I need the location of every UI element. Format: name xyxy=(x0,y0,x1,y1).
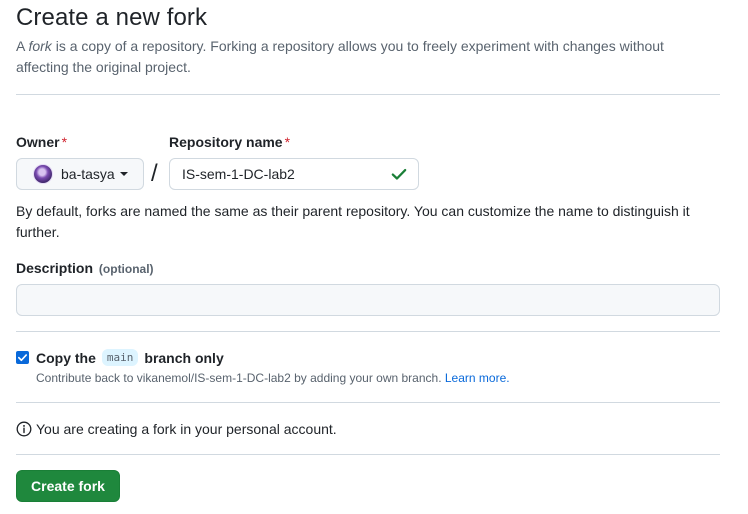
description-label-text: Description xyxy=(16,260,94,276)
repository-name-label-text: Repository name xyxy=(169,134,283,150)
copy-main-branch-checkbox[interactable] xyxy=(16,351,29,364)
repository-name-help: By default, forks are named the same as … xyxy=(16,203,690,240)
owner-select-button[interactable]: ba-tasya xyxy=(16,158,144,190)
divider-lower xyxy=(16,402,720,403)
page-title: Create a new fork xyxy=(16,4,208,31)
repository-name-value: IS-sem-1-DC-lab2 xyxy=(182,166,295,182)
create-fork-page: Create a new fork A fork is a copy of a … xyxy=(0,0,748,514)
page-subtitle: A fork is a copy of a repository. Forkin… xyxy=(16,36,716,78)
check-icon xyxy=(391,168,407,180)
copy-branch-note: Contribute back to vikanemol/IS-sem-1-DC… xyxy=(36,371,510,385)
subtitle-emphasis: fork xyxy=(28,38,52,54)
subtitle-prefix: A xyxy=(16,38,29,54)
owner-required-mark: * xyxy=(61,134,68,150)
owner-label-text: Owner xyxy=(16,134,60,150)
description-optional: (optional) xyxy=(98,262,154,276)
owner-name: ba-tasya xyxy=(61,166,115,182)
divider-bottom xyxy=(16,454,720,455)
subtitle-rest: is a copy of a repository. Forking a rep… xyxy=(16,38,664,75)
repository-required-mark: * xyxy=(284,134,291,150)
copy-branch-note-text: Contribute back to vikanemol/IS-sem-1-DC… xyxy=(36,371,442,385)
account-info-text: You are creating a fork in your personal… xyxy=(36,421,337,437)
copy-branch-label-after: branch only xyxy=(144,349,224,366)
avatar xyxy=(33,164,53,184)
repository-name-input[interactable]: IS-sem-1-DC-lab2 xyxy=(169,158,419,190)
divider-middle xyxy=(16,331,720,332)
copy-branch-label-before: Copy the xyxy=(36,349,96,366)
branch-name-code: main xyxy=(101,349,139,366)
learn-more-link[interactable]: Learn more. xyxy=(445,371,510,385)
create-fork-button[interactable]: Create fork xyxy=(16,470,120,502)
copy-branch-label[interactable]: Copy the main branch only xyxy=(36,349,224,366)
repository-name-label: Repository name * xyxy=(169,134,290,150)
divider-top xyxy=(16,94,720,95)
account-info: You are creating a fork in your personal… xyxy=(16,421,337,437)
info-icon xyxy=(16,421,32,437)
owner-label: Owner * xyxy=(16,134,67,150)
owner-repo-separator: / xyxy=(151,160,158,187)
checkbox-check-icon xyxy=(18,354,27,362)
caret-down-icon xyxy=(119,172,128,176)
description-input[interactable] xyxy=(16,284,720,316)
description-label: Description (optional) xyxy=(16,260,154,276)
